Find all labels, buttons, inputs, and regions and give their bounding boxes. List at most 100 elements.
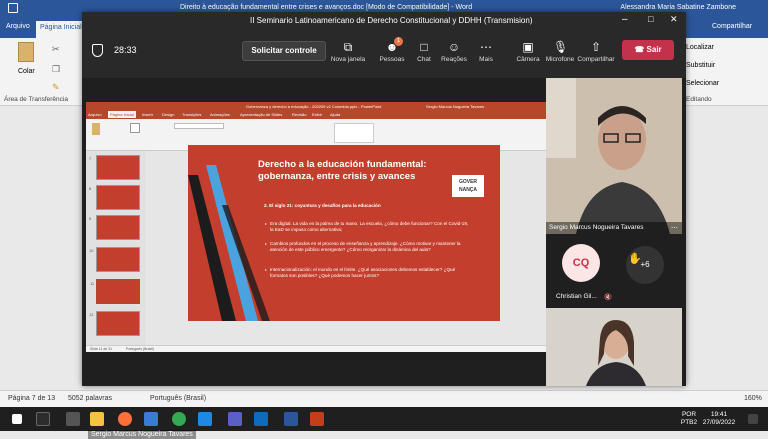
ppt-new-slide-icon: [130, 123, 140, 133]
tab-pagina-inicial[interactable]: Página Inicial: [36, 21, 86, 38]
ppt-tab-insert: Inserir: [142, 112, 154, 117]
current-slide: Derecho a la educación fundamental: gobe…: [188, 145, 500, 321]
more-button[interactable]: ⋯ Mais: [464, 40, 508, 63]
ppt-title: Gobernanza y derecho a educação - 202209…: [246, 104, 382, 109]
copy-icon[interactable]: ❐: [52, 64, 60, 75]
layout-code: PTB2: [680, 419, 698, 426]
word-status-bar: Página 7 de 13 5052 palavras Português (…: [0, 390, 768, 407]
participant-avatar-tile[interactable]: CQ Christian Gil... 🔇 ✋ +6: [546, 238, 682, 308]
notification-icon[interactable]: [748, 414, 758, 424]
slide-thumbnail-selected: 11: [90, 279, 140, 304]
word-share-button[interactable]: Compartilhar: [712, 23, 752, 30]
cut-icon[interactable]: ✂: [52, 44, 60, 55]
presenter-name-label: Sergio Marcus Nogueira Tavares: [88, 430, 196, 439]
format-painter-icon[interactable]: ✎: [52, 82, 60, 93]
select-button[interactable]: Selecionar: [686, 80, 719, 87]
slide-heading: Derecho a la educación fundamental: gobe…: [258, 159, 427, 182]
microphone-muted-icon: 🎙: [553, 40, 569, 54]
new-window-icon: ⧉: [343, 40, 353, 54]
clock-time: 19:41: [710, 411, 728, 418]
participant-video-tile[interactable]: [546, 308, 682, 386]
word-icon[interactable]: [284, 412, 298, 426]
file-explorer-icon[interactable]: [90, 412, 104, 426]
more-icon: ⋯: [480, 40, 492, 54]
clock[interactable]: 19:41 27/09/2022: [700, 411, 738, 427]
request-control-button[interactable]: Solicitar controle: [242, 41, 326, 61]
teams-icon[interactable]: [228, 412, 242, 426]
word-user-name[interactable]: Alessandra Maria Sabatine Zambone: [620, 4, 736, 11]
close-icon[interactable]: ✕: [670, 14, 678, 25]
clipboard-group-label: Área de Transferência: [4, 96, 68, 103]
minimize-icon[interactable]: –: [622, 14, 628, 25]
slide-thumbnail: 10: [89, 247, 140, 272]
zoom-level[interactable]: 160%: [744, 395, 762, 402]
share-button[interactable]: ⇧ Compartilhar: [574, 40, 618, 63]
language-indicator[interactable]: Português (Brasil): [150, 395, 206, 402]
powerpoint-icon[interactable]: [310, 412, 324, 426]
ppt-shapes-gallery: [334, 123, 374, 143]
replace-button[interactable]: Substituir: [686, 62, 715, 69]
keyboard-language[interactable]: POR PTB2: [680, 411, 698, 427]
paste-button[interactable]: Colar: [18, 68, 35, 75]
participant-video-tile[interactable]: Sergio Marcus Nogueira Tavares ⋯: [546, 78, 682, 234]
task-view-icon[interactable]: [66, 412, 80, 426]
leave-button[interactable]: ☎ Sair: [622, 40, 674, 60]
ppt-tab-view: Exibir: [312, 112, 323, 117]
zoom-icon[interactable]: [198, 412, 212, 426]
slide-bullet: Era digital. La vida en la palma de tu m…: [265, 221, 470, 233]
shield-icon[interactable]: [92, 44, 103, 57]
search-icon[interactable]: [36, 412, 50, 426]
ppt-tab-animations: Animações: [210, 112, 230, 117]
ppt-tab-slideshow: Apresentação de Slides: [240, 112, 283, 117]
logo-line1: GOVER: [458, 179, 478, 185]
maximize-icon[interactable]: □: [648, 14, 653, 24]
new-window-button[interactable]: ⧉ Nova janela: [326, 40, 370, 63]
paste-icon[interactable]: [18, 42, 34, 62]
participant-avatar: CQ: [562, 244, 600, 282]
lang-code: POR: [681, 411, 697, 418]
windows-taskbar: POR PTB2 19:41 27/09/2022: [0, 407, 768, 431]
participant-options-icon[interactable]: ⋯: [671, 224, 678, 232]
slide-bullet: Cambios profundos en el proceso de enseñ…: [265, 241, 470, 253]
participant-name: Christian Gil...: [556, 293, 597, 300]
raised-hand-icon: ✋: [628, 253, 642, 265]
ppt-tab-design: Design: [162, 112, 175, 117]
reactions-icon: ☺: [447, 40, 461, 54]
people-label: Pessoas: [379, 56, 405, 63]
slide-thumbnail: 8: [89, 185, 140, 210]
page-count[interactable]: Página 7 de 13: [8, 395, 55, 402]
participant-name: Sergio Marcus Nogueira Tavares: [546, 222, 682, 234]
participant-video-feed: [546, 78, 682, 234]
ppt-tab-file: Arquivo: [88, 112, 102, 117]
ppt-status-bar: Slide 11 de 31 Português (Brasil): [86, 345, 546, 352]
leave-label: Sair: [646, 45, 662, 54]
chrome-icon[interactable]: [172, 412, 186, 426]
ppt-tab-home: Página Inicial: [108, 111, 136, 118]
windows-start-icon[interactable]: [12, 414, 22, 424]
ppt-slide-thumbnails: 7 8 9 10 11 12: [86, 151, 146, 345]
word-count[interactable]: 5052 palavras: [68, 395, 112, 402]
meeting-timer: 28:33: [114, 45, 137, 55]
ppt-ribbon-tabs: Arquivo Página Inicial Inserir Design Tr…: [86, 111, 546, 119]
save-icon[interactable]: [8, 3, 18, 13]
firefox-icon[interactable]: [118, 412, 132, 426]
ppt-language: Português (Brasil): [126, 347, 155, 351]
meeting-title: II Seminario Latinoamericano de Derecho …: [250, 16, 533, 25]
ppt-tab-review: Revisão: [292, 112, 307, 117]
tab-arquivo[interactable]: Arquivo: [6, 23, 30, 30]
edge-icon[interactable]: [144, 412, 158, 426]
meeting-toolbar: 28:33 Solicitar controle ⧉ Nova janela ☻…: [82, 30, 686, 78]
logo-line2: NANÇA: [458, 187, 478, 193]
word-document-title: Direito à educação fundamental entre cri…: [180, 4, 473, 11]
shared-screen[interactable]: Gobernanza y derecho a educação - 202209…: [82, 78, 546, 439]
phone-icon: ☎: [634, 45, 647, 54]
camera-label: Câmera: [516, 56, 540, 63]
more-participants-button[interactable]: ✋ +6: [626, 246, 664, 284]
muted-icon: 🔇: [604, 294, 613, 301]
outlook-icon[interactable]: [254, 412, 268, 426]
chat-label: Chat: [417, 56, 431, 63]
chat-icon: □: [420, 40, 428, 54]
teams-meeting-window: II Seminario Latinoamericano de Derecho …: [82, 12, 686, 439]
new-window-label: Nova janela: [330, 56, 366, 63]
find-button[interactable]: Localizar: [686, 44, 714, 51]
